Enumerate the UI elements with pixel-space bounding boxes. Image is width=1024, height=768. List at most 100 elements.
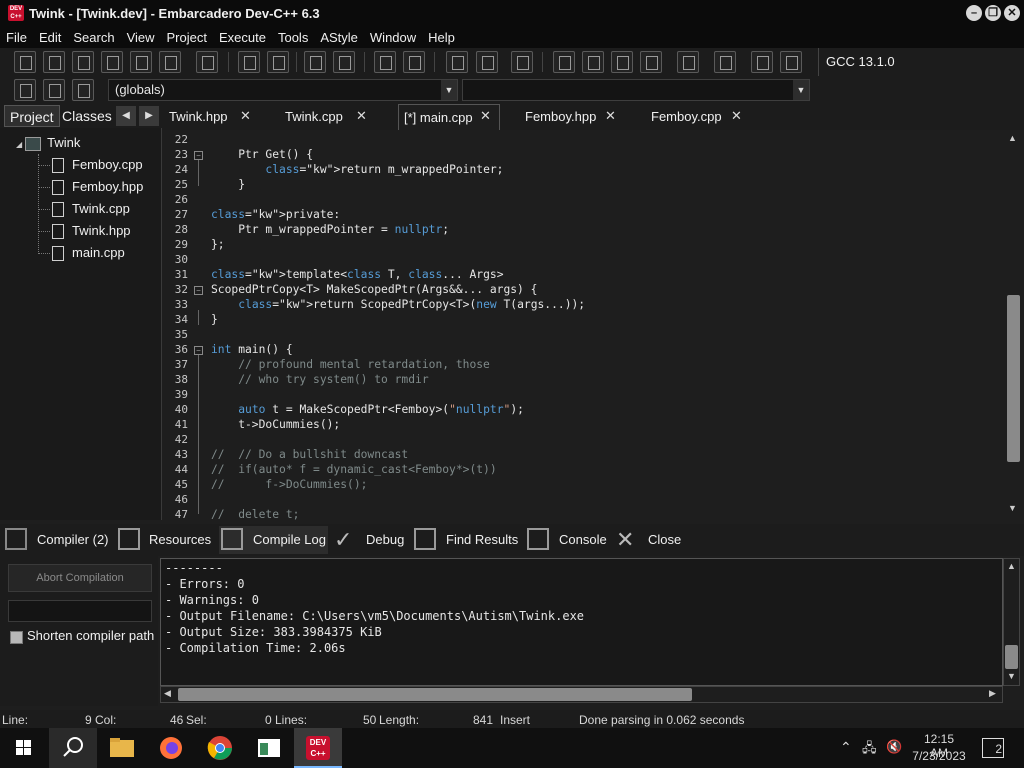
close-all-icon[interactable] <box>159 51 181 73</box>
scroll-right-icon[interactable]: ▶ <box>989 688 996 699</box>
close-tab-icon[interactable]: ✕ <box>605 104 616 128</box>
function-combo[interactable]: ▼ <box>462 79 810 101</box>
tab-find-results[interactable]: Find Results <box>446 526 518 554</box>
notifications-icon[interactable]: 2 <box>982 738 1004 758</box>
close-file-icon[interactable] <box>130 51 152 73</box>
volume-muted-icon[interactable]: 🔇 <box>886 739 902 755</box>
compile-run-icon[interactable] <box>611 51 633 73</box>
scroll-down-icon[interactable]: ▼ <box>1007 671 1016 681</box>
tab-classes[interactable]: Classes <box>57 105 117 127</box>
search-button[interactable] <box>49 728 97 768</box>
bookmark-icon[interactable] <box>333 51 355 73</box>
tab-close[interactable]: Close <box>648 526 681 554</box>
file-explorer-button[interactable] <box>98 728 146 768</box>
new-file-icon[interactable] <box>14 51 36 73</box>
tree-file-main-cpp[interactable]: main.cpp <box>52 243 125 263</box>
syntax-check-icon[interactable] <box>677 51 699 73</box>
rebuild-all-icon[interactable] <box>640 51 662 73</box>
tab-femboy-cpp[interactable]: Femboy.cpp <box>651 104 722 130</box>
project-options-icon[interactable] <box>511 51 533 73</box>
menu-tools[interactable]: Tools <box>272 30 314 45</box>
log-vertical-scrollbar[interactable]: ▲ ▼ <box>1003 558 1020 686</box>
menu-view[interactable]: View <box>121 30 161 45</box>
tab-compiler[interactable]: Compiler (2) <box>37 526 109 554</box>
code-editor[interactable]: 22 23 24 25 26 27 28 29 30 31 32 33 34 35 36 37 38 39 40 41… <box>162 130 1004 520</box>
stop-execution-icon[interactable] <box>714 51 736 73</box>
menu-astyle[interactable]: AStyle <box>314 30 364 45</box>
fold-toggle-icon[interactable]: − <box>194 346 203 355</box>
notepad-button[interactable] <box>245 728 293 768</box>
menu-help[interactable]: Help <box>422 30 461 45</box>
profile-icon[interactable] <box>751 51 773 73</box>
new-project-icon[interactable] <box>446 51 468 73</box>
menu-execute[interactable]: Execute <box>213 30 272 45</box>
find-icon[interactable] <box>238 51 260 73</box>
clock-date[interactable]: 7/23/2023 <box>912 749 966 763</box>
log-horizontal-scrollbar[interactable]: ◀ ▶ <box>160 686 1003 703</box>
toggle-bookmark-icon[interactable] <box>43 79 65 101</box>
menu-search[interactable]: Search <box>67 30 120 45</box>
delete-profile-icon[interactable] <box>780 51 802 73</box>
run-icon[interactable] <box>582 51 604 73</box>
insert-icon[interactable] <box>14 79 36 101</box>
scroll-down-icon[interactable]: ▼ <box>1008 503 1017 513</box>
tab-resources[interactable]: Resources <box>149 526 211 554</box>
fold-toggle-icon[interactable]: − <box>194 151 203 160</box>
tree-project-node[interactable]: ◢ Twink <box>16 133 80 153</box>
abort-compilation-button[interactable]: Abort Compilation <box>8 564 152 592</box>
menu-window[interactable]: Window <box>364 30 422 45</box>
editor-vertical-scrollbar[interactable]: ▲ ▼ <box>1004 130 1024 520</box>
goto-line-icon[interactable] <box>304 51 326 73</box>
scrollbar-thumb[interactable] <box>178 688 692 701</box>
firefox-button[interactable] <box>147 728 195 768</box>
minimize-button[interactable]: – <box>966 5 982 21</box>
save-all-icon[interactable] <box>101 51 123 73</box>
close-panel-icon[interactable]: ✕ <box>616 526 634 554</box>
tab-debug[interactable]: Debug <box>366 526 404 554</box>
scroll-up-icon[interactable]: ▲ <box>1007 561 1016 571</box>
undo-icon[interactable] <box>374 51 396 73</box>
network-icon[interactable]: 🖧 <box>862 739 877 761</box>
compile-log[interactable]: -------- - Errors: 0 - Warnings: 0 - Out… <box>160 558 1003 686</box>
tab-console[interactable]: Console <box>559 526 607 554</box>
close-tab-icon[interactable]: ✕ <box>731 104 742 128</box>
tree-file-femboy-cpp[interactable]: Femboy.cpp <box>52 155 143 175</box>
tab-scroll-left-icon[interactable]: ◀ <box>116 106 136 126</box>
shorten-path-checkbox[interactable] <box>10 631 23 644</box>
start-button[interactable] <box>0 728 48 768</box>
chrome-button[interactable] <box>196 728 244 768</box>
tree-file-twink-cpp[interactable]: Twink.cpp <box>52 199 130 219</box>
menu-project[interactable]: Project <box>161 30 213 45</box>
tab-project[interactable]: Project <box>4 105 60 127</box>
chevron-down-icon[interactable]: ▼ <box>441 80 457 100</box>
tab-scroll-right-icon[interactable]: ▶ <box>139 106 159 126</box>
open-file-icon[interactable] <box>43 51 65 73</box>
save-icon[interactable] <box>72 51 94 73</box>
tab-femboy-hpp[interactable]: Femboy.hpp <box>525 104 596 130</box>
add-to-project-icon[interactable] <box>476 51 498 73</box>
compile-icon[interactable] <box>553 51 575 73</box>
tray-chevron-icon[interactable]: ⌃ <box>840 739 852 756</box>
close-window-button[interactable]: ✕ <box>1004 5 1020 21</box>
expand-triangle-icon[interactable]: ◢ <box>16 140 22 149</box>
close-tab-icon[interactable]: ✕ <box>356 104 367 128</box>
redo-icon[interactable] <box>403 51 425 73</box>
print-icon[interactable] <box>196 51 218 73</box>
scope-combo[interactable]: (globals) ▼ <box>108 79 458 101</box>
scrollbar-thumb[interactable] <box>1005 645 1018 669</box>
tree-file-femboy-hpp[interactable]: Femboy.hpp <box>52 177 143 197</box>
scroll-up-icon[interactable]: ▲ <box>1008 133 1017 143</box>
compiler-select[interactable]: GCC 13.1.0 <box>818 48 1024 76</box>
goto-bookmark-icon[interactable] <box>72 79 94 101</box>
menu-file[interactable]: File <box>0 30 33 45</box>
tree-file-twink-hpp[interactable]: Twink.hpp <box>52 221 131 241</box>
tab-twink-cpp[interactable]: Twink.cpp <box>285 104 343 130</box>
scrollbar-thumb[interactable] <box>1007 295 1020 462</box>
close-tab-icon[interactable]: ✕ <box>240 104 251 128</box>
menu-edit[interactable]: Edit <box>33 30 67 45</box>
restore-button[interactable]: ❐ <box>985 5 1001 21</box>
devcpp-taskbar-button[interactable]: DEV C++ <box>294 728 342 768</box>
chevron-down-icon[interactable]: ▼ <box>793 80 809 100</box>
tab-twink-hpp[interactable]: Twink.hpp <box>169 104 228 130</box>
fold-toggle-icon[interactable]: − <box>194 286 203 295</box>
